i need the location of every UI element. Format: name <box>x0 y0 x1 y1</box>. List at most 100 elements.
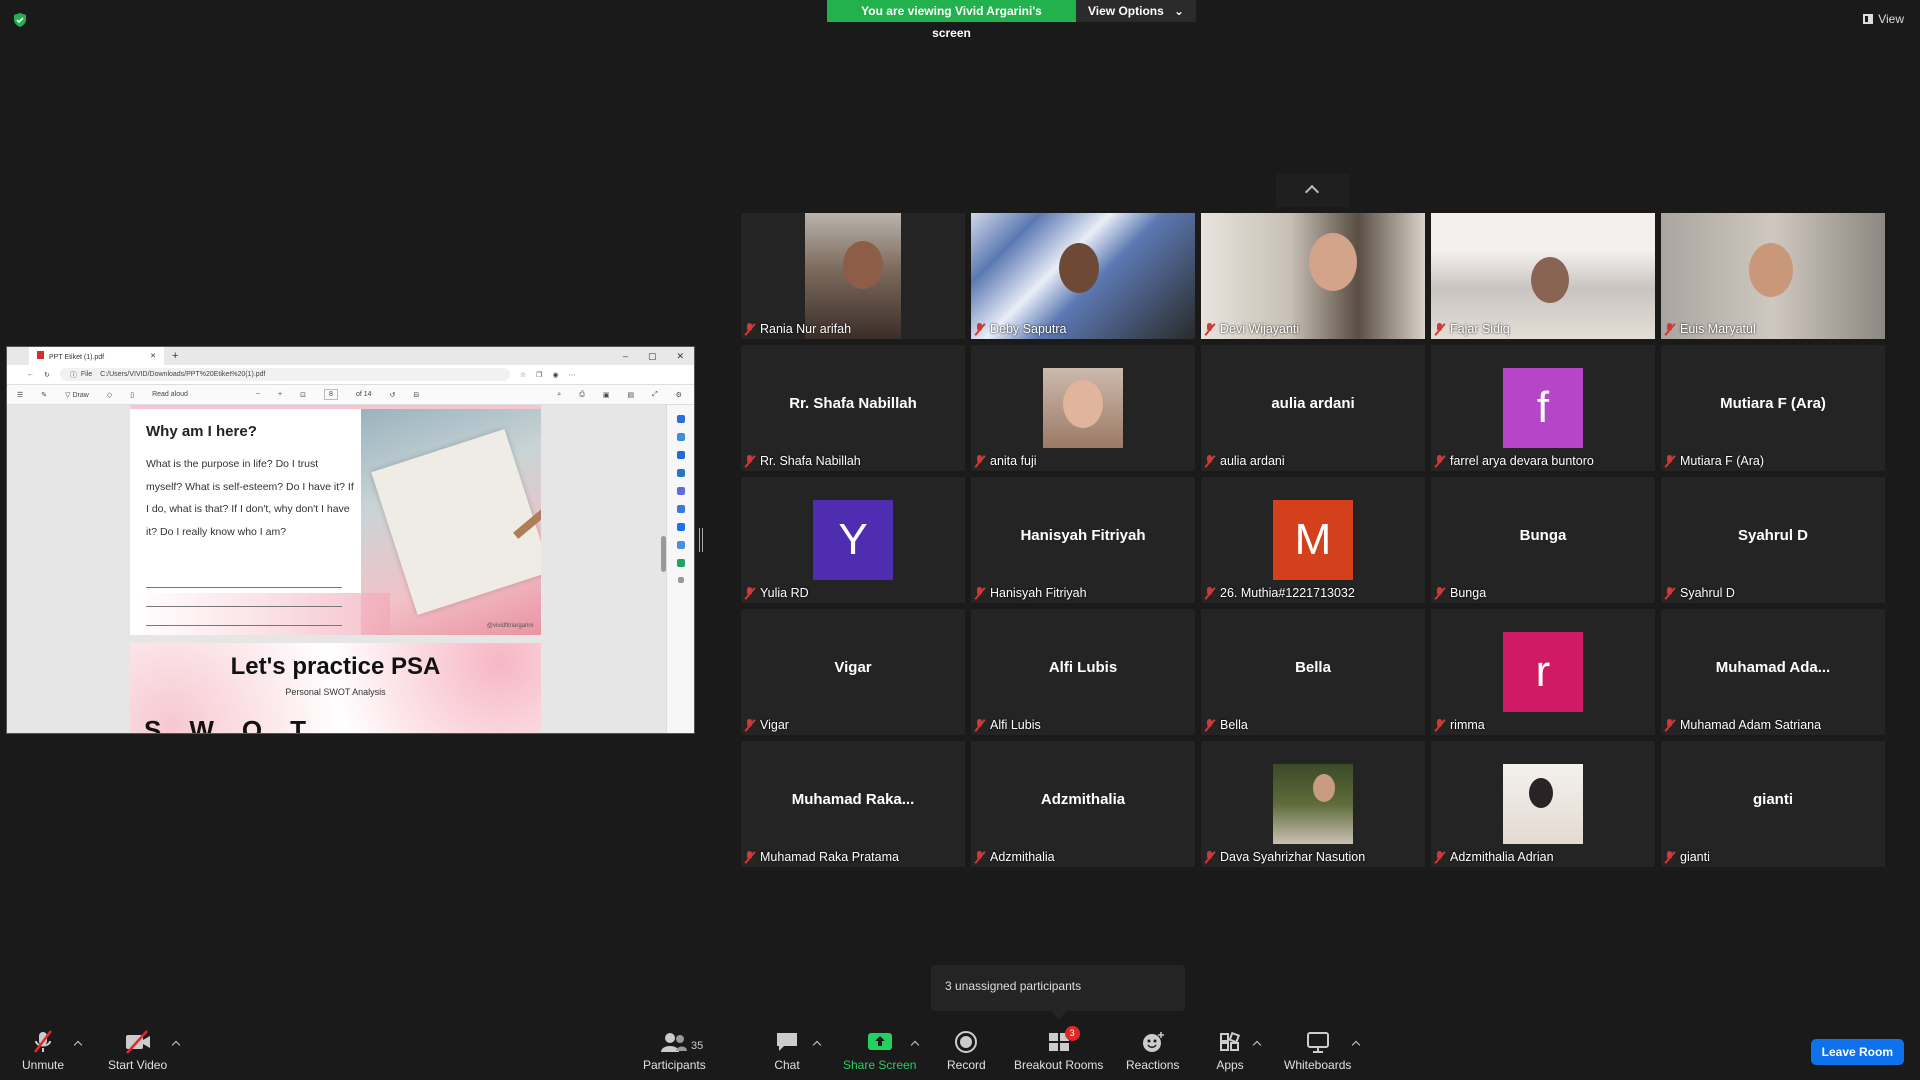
participant-tile[interactable]: f farrel arya devara buntoro <box>1431 345 1655 471</box>
participant-tile[interactable]: Adzmithalia Adzmithalia <box>971 741 1195 867</box>
participant-tile[interactable]: gianti gianti <box>1661 741 1885 867</box>
refresh-icon[interactable]: ↻ <box>44 371 50 379</box>
collapse-gallery-button[interactable] <box>1276 174 1349 207</box>
split-view-handle[interactable] <box>699 528 703 552</box>
whiteboards-button[interactable]: Whiteboards <box>1284 1030 1351 1072</box>
participant-name: Mutiara F (Ara) <box>1680 454 1765 468</box>
mic-muted-icon <box>975 322 985 336</box>
tools-icon[interactable] <box>676 469 685 477</box>
outlook-icon[interactable] <box>676 523 685 531</box>
erase-icon[interactable]: ◇ <box>107 391 112 399</box>
contents-icon[interactable]: ☰ <box>17 391 23 399</box>
read-aloud-button[interactable]: Read aloud <box>152 391 188 398</box>
participant-tile[interactable]: Dava Syahrizhar Nasution <box>1201 741 1425 867</box>
mic-muted-icon <box>1435 322 1445 336</box>
search-icon[interactable]: ⌕ <box>557 391 561 399</box>
profile-icon[interactable]: ◉ <box>552 371 558 379</box>
fit-page-icon[interactable]: ⊡ <box>300 391 306 399</box>
apps-options-caret[interactable] <box>1252 1040 1262 1050</box>
browser-tab[interactable]: PPT Etiket (1).pdf ✕ <box>29 347 164 365</box>
participant-tile[interactable]: Vigar Vigar <box>741 609 965 735</box>
participant-name-label: Deby Saputra <box>975 322 1066 336</box>
new-tab-icon[interactable]: + <box>172 350 178 362</box>
participant-tile[interactable]: Alfi Lubis Alfi Lubis <box>971 609 1195 735</box>
page-view-icon[interactable]: ▯ <box>130 391 134 399</box>
participant-tile[interactable]: Devi Wijayanti <box>1201 213 1425 339</box>
participant-name: anita fuji <box>990 454 1037 468</box>
participant-tile[interactable]: Mutiara F (Ara) Mutiara F (Ara) <box>1661 345 1885 471</box>
settings-icon[interactable]: ⚙ <box>676 391 682 399</box>
two-page-icon[interactable]: ⊟ <box>413 391 419 399</box>
participant-name-label: rimma <box>1435 718 1485 732</box>
collections-icon[interactable]: ❐ <box>536 371 542 379</box>
close-window-icon[interactable]: ✕ <box>676 351 684 362</box>
rotate-icon[interactable]: ↺ <box>390 391 396 399</box>
shopping-icon[interactable] <box>676 451 685 459</box>
participant-tile[interactable]: Deby Saputra <box>971 213 1195 339</box>
url-field[interactable]: ⓘ File C:/Users/VIVID/Downloads/PPT%20Et… <box>59 368 510 381</box>
share-screen-button[interactable]: Share Screen <box>843 1030 916 1072</box>
fullscreen-icon[interactable]: ⤢ <box>652 391 658 399</box>
view-options-button[interactable]: View Options ⌄ <box>1076 0 1196 22</box>
bing-icon[interactable] <box>676 433 685 441</box>
participant-video <box>805 213 901 339</box>
participant-tile[interactable]: Rr. Shafa Nabillah Rr. Shafa Nabillah <box>741 345 965 471</box>
whiteboard-options-caret[interactable] <box>1351 1040 1361 1050</box>
participant-face <box>1749 243 1793 297</box>
close-tab-icon[interactable]: ✕ <box>150 352 156 360</box>
participant-tile[interactable]: r rimma <box>1431 609 1655 735</box>
chat-options-caret[interactable] <box>812 1040 822 1050</box>
tree-icon[interactable] <box>676 559 685 567</box>
participant-tile[interactable]: Fajar Sidiq <box>1431 213 1655 339</box>
participant-tile[interactable]: aulia ardani aulia ardani <box>1201 345 1425 471</box>
save-icon[interactable]: ▣ <box>603 391 610 399</box>
participant-tile[interactable]: Muhamad Ada... Muhamad Adam Satriana <box>1661 609 1885 735</box>
participant-tile[interactable]: Syahrul D Syahrul D <box>1661 477 1885 603</box>
search-icon[interactable] <box>676 415 685 423</box>
participant-name: Rr. Shafa Nabillah <box>760 454 861 468</box>
participants-button[interactable]: 35 Participants <box>643 1030 706 1072</box>
print-icon[interactable]: ⎙ <box>579 391 585 399</box>
participant-name-label: Devi Wijayanti <box>1205 322 1299 336</box>
participant-tile[interactable]: Muhamad Raka... Muhamad Raka Pratama <box>741 741 965 867</box>
view-layout-button[interactable]: View <box>1863 12 1904 26</box>
shared-screen[interactable]: PPT Etiket (1).pdf ✕ + – ▢ ✕ ← ↻ ⓘ File … <box>6 346 695 734</box>
participant-tile[interactable]: Rania Nur arifah <box>741 213 965 339</box>
chat-button[interactable]: Chat <box>772 1030 802 1072</box>
page-handle: @vividfitriargarini <box>486 623 533 629</box>
leave-room-button[interactable]: Leave Room <box>1810 1039 1904 1065</box>
whiteboard-icon <box>1306 1032 1329 1053</box>
add-icon[interactable] <box>677 577 684 583</box>
participant-tile[interactable]: M 26. Muthia#1221713032 <box>1201 477 1425 603</box>
encryption-shield-icon[interactable] <box>12 12 28 28</box>
games-icon[interactable] <box>676 487 685 495</box>
draw-button[interactable]: ▽ Draw <box>65 391 89 399</box>
start-video-button[interactable]: Start Video <box>108 1030 167 1072</box>
unmute-button[interactable]: Unmute <box>22 1030 64 1072</box>
reactions-button[interactable]: Reactions <box>1126 1030 1179 1072</box>
apps-button[interactable]: Apps <box>1215 1030 1245 1072</box>
back-icon[interactable]: ← <box>27 371 34 378</box>
participant-tile[interactable]: anita fuji <box>971 345 1195 471</box>
participant-tile[interactable]: Y Yulia RD <box>741 477 965 603</box>
audio-options-caret[interactable] <box>73 1040 83 1050</box>
save-as-icon[interactable]: ▤ <box>627 391 634 399</box>
zoom-out-icon[interactable]: − <box>256 391 260 398</box>
participant-tile[interactable]: Adzmithalia Adrian <box>1431 741 1655 867</box>
record-button[interactable]: Record <box>947 1030 986 1072</box>
more-icon[interactable]: ⋯ <box>569 371 576 379</box>
minimize-icon[interactable]: – <box>623 351 628 362</box>
participant-tile[interactable]: Euis Maryatul <box>1661 213 1885 339</box>
page-number-input[interactable]: 8 <box>323 389 338 400</box>
office-icon[interactable] <box>676 505 685 513</box>
zoom-in-icon[interactable]: + <box>278 391 282 398</box>
video-options-caret[interactable] <box>171 1040 181 1050</box>
participant-tile[interactable]: Bella Bella <box>1201 609 1425 735</box>
favorite-icon[interactable]: ☆ <box>520 371 526 379</box>
participant-tile[interactable]: Bunga Bunga <box>1431 477 1655 603</box>
breakout-rooms-button[interactable]: 3 Breakout Rooms <box>1014 1026 1103 1072</box>
highlight-icon[interactable]: ✎ <box>41 391 47 399</box>
maximize-icon[interactable]: ▢ <box>648 351 657 362</box>
participant-tile[interactable]: Hanisyah Fitriyah Hanisyah Fitriyah <box>971 477 1195 603</box>
send-icon[interactable] <box>676 541 685 549</box>
